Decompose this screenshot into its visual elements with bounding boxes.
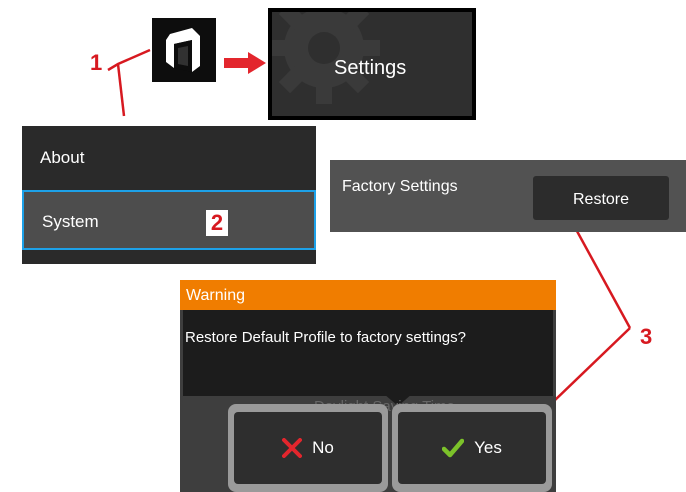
menu-item-label: System xyxy=(42,212,99,231)
dialog-title: Warning xyxy=(180,280,556,310)
app-launcher-icon[interactable] xyxy=(152,18,216,82)
yes-button-frame: Yes xyxy=(392,404,552,492)
callout-2: 2 xyxy=(206,210,228,236)
checkmark-icon xyxy=(442,438,465,458)
no-button-frame: No xyxy=(228,404,388,492)
restore-button[interactable]: Restore xyxy=(533,176,669,220)
warning-dialog: Warning Restore Default Profile to facto… xyxy=(180,280,556,492)
menu-item-system[interactable]: System xyxy=(22,190,316,250)
settings-tile[interactable]: Settings xyxy=(268,8,476,120)
menu-item-about[interactable]: About xyxy=(22,128,316,188)
callout-1: 1 xyxy=(90,50,103,75)
factory-settings-label: Factory Settings xyxy=(342,178,458,195)
dialog-message: Restore Default Profile to factory setti… xyxy=(185,329,466,346)
settings-label: Settings xyxy=(334,57,407,79)
menu-item-label: About xyxy=(40,148,85,167)
arrow-right-icon xyxy=(224,52,266,74)
x-icon xyxy=(282,438,303,458)
yes-button[interactable]: Yes xyxy=(398,412,546,484)
settings-menu: About System xyxy=(22,126,316,264)
no-button[interactable]: No xyxy=(234,412,382,484)
callout-3: 3 xyxy=(640,324,653,349)
dialog-body: Restore Default Profile to factory setti… xyxy=(183,310,553,396)
no-button-label: No xyxy=(312,438,334,457)
factory-settings-row: Factory Settings Restore xyxy=(330,160,686,232)
yes-button-label: Yes xyxy=(474,438,502,457)
